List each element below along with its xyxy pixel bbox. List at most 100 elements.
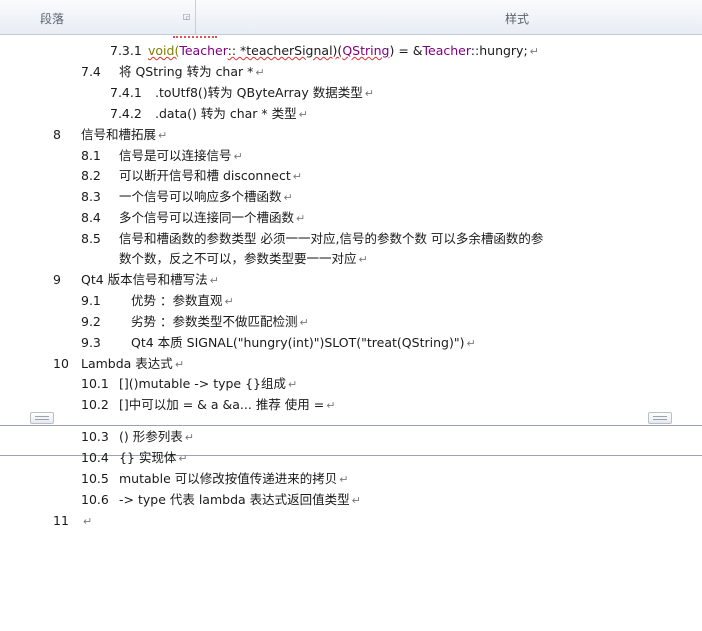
page-break-top — [0, 425, 702, 426]
text: Qt4 本质 SIGNAL("hungry(int)")SLOT("treat(… — [131, 335, 465, 350]
paragraph-mark: ↵ — [288, 378, 298, 391]
style-group-title: 样式 — [505, 12, 530, 26]
heading-text: {} 实现体 ↵ — [119, 450, 188, 467]
heading-num: 11 — [53, 513, 69, 528]
heading-text: .toUtf8()转为 QByteArray 数据类型 ↵ — [155, 85, 374, 102]
text: 可以断开信号和槽 disconnect — [119, 168, 291, 183]
heading-num: 9.2 — [81, 314, 101, 329]
paragraph-mark: ↵ — [339, 473, 349, 486]
text: Lambda 表达式 — [81, 356, 173, 371]
paragraph-mark: ↵ — [283, 191, 293, 204]
heading-text: []中可以加 = & a &a... 推荐 使用 = ↵ — [119, 397, 335, 414]
heading-text: 信号是可以连接信号 ↵ — [119, 148, 243, 165]
heading-num: 9.1 — [81, 293, 101, 308]
text: {} 实现体 — [119, 450, 177, 465]
paragraph-mark: ↵ — [233, 150, 243, 163]
split-handle-left[interactable] — [30, 412, 54, 424]
heading-num: 10.4 — [81, 450, 109, 465]
paragraph-mark: ↵ — [209, 274, 219, 287]
heading-num: 7.4.2 — [110, 106, 142, 121]
heading-num: 9.3 — [81, 335, 101, 350]
heading-num: 9 — [53, 272, 61, 287]
text: mutable 可以修改按值传递进来的拷贝 — [119, 471, 338, 486]
heading-text: Lambda 表达式 ↵ — [81, 356, 184, 373]
paragraph-mark: ↵ — [326, 399, 336, 412]
heading-num: 8.3 — [81, 189, 101, 204]
paragraph-mark: ↵ — [158, 129, 168, 142]
text: 优势 ：参数直观 — [131, 293, 223, 308]
heading-num: 10.1 — [81, 376, 109, 391]
paragraph-mark: ↵ — [174, 358, 185, 371]
heading-num: 8.4 — [81, 210, 101, 225]
paragraph-mark: ↵ — [529, 45, 539, 58]
paragraph-mark: ↵ — [83, 515, 93, 528]
text: 一个信号可以响应多个槽函数 — [119, 189, 282, 204]
heading-num: 8.2 — [81, 168, 101, 183]
text: 信号是可以连接信号 — [119, 148, 232, 163]
heading-num: 7.4 — [81, 64, 101, 79]
paragraph-mark: ↵ — [466, 337, 476, 350]
document-body[interactable]: 7.3.1 void(Teacher:: *teacherSignal)(QSt… — [0, 36, 702, 631]
heading-num: 10.6 — [81, 492, 109, 507]
paragraph-mark: ↵ — [351, 494, 361, 507]
paragraph-group-title: 段落 — [40, 12, 65, 26]
paragraph-mark: ↵ — [184, 431, 194, 444]
text: 数个数，反之不可以，参数类型要一一对应 — [119, 251, 357, 266]
heading-num: 8 — [53, 127, 61, 142]
text: () 形参列表 — [119, 429, 183, 444]
paragraph-mark: ↵ — [358, 253, 368, 266]
heading-text: Qt4 本质 SIGNAL("hungry(int)")SLOT("treat(… — [131, 335, 476, 352]
paragraph-group: 段落 ◲ — [0, 0, 196, 34]
heading-text: 可以断开信号和槽 disconnect ↵ — [119, 168, 302, 185]
heading-text: []()mutable -> type {}组成 ↵ — [119, 376, 297, 393]
heading-text: 将 QString 转为 char * ↵ — [119, 64, 265, 81]
code-line: void(Teacher:: *teacherSignal)(QString) … — [148, 43, 539, 60]
code-text: ::hungry; — [470, 43, 528, 58]
heading-num: 8.5 — [81, 231, 101, 246]
text: []中可以加 = & a &a... 推荐 使用 = — [119, 397, 325, 412]
heading-num: 10 — [53, 356, 69, 371]
ribbon: 段落 ◲ 样式 — [0, 0, 702, 35]
text: .toUtf8()转为 QByteArray 数据类型 — [155, 85, 363, 100]
heading-text: 劣势 ：参数类型不做匹配检测 ↵ — [131, 314, 309, 331]
heading-text: ↵ — [81, 513, 92, 530]
heading-text: 优势 ：参数直观 ↵ — [131, 293, 234, 310]
text: 信号和槽拓展 — [81, 127, 157, 142]
heading-text: mutable 可以修改按值传递进来的拷贝 ↵ — [119, 471, 348, 488]
paragraph-mark: ↵ — [296, 212, 306, 225]
code-keyword: void( — [148, 43, 180, 58]
text: 劣势 ：参数类型不做匹配检测 — [131, 314, 298, 329]
text: []()mutable -> type {}组成 — [119, 376, 286, 391]
paragraph-mark: ↵ — [178, 452, 188, 465]
heading-num: 10.2 — [81, 397, 109, 412]
heading-text: () 形参列表 ↵ — [119, 429, 194, 446]
heading-num: 10.5 — [81, 471, 109, 486]
code-text: :: *teacherSignal)( — [227, 43, 343, 58]
text: Qt4 版本信号和槽写法 — [81, 272, 208, 287]
heading-text: .data() 转为 char * 类型 ↵ — [155, 106, 308, 123]
heading-num: 10.3 — [81, 429, 109, 444]
paragraph-mark: ↵ — [292, 170, 302, 183]
paragraph-mark: ↵ — [364, 87, 374, 100]
code-class: Teacher — [179, 43, 228, 58]
heading-text: Qt4 版本信号和槽写法 ↵ — [81, 272, 219, 289]
dialog-launcher-icon[interactable]: ◲ — [182, 12, 191, 21]
paragraph-mark: ↵ — [299, 316, 309, 329]
text: -> type 代表 lambda 表达式返回值类型 — [119, 492, 350, 507]
heading-text: 多个信号可以连接同一个槽函数 ↵ — [119, 210, 305, 227]
heading-text: -> type 代表 lambda 表达式返回值类型 ↵ — [119, 492, 361, 509]
text: .data() 转为 char * 类型 — [155, 106, 297, 121]
split-handle-right[interactable] — [648, 412, 672, 424]
text: 将 QString 转为 char * — [119, 64, 254, 79]
code-class: Teacher — [422, 43, 471, 58]
heading-text: 信号和槽函数的参数类型 必须一一对应,信号的参数个数 可以多余槽函数的参 — [119, 231, 544, 246]
text: 多个信号可以连接同一个槽函数 — [119, 210, 295, 225]
code-text: ) = & — [389, 43, 423, 58]
paragraph-mark: ↵ — [298, 108, 308, 121]
paragraph-mark: ↵ — [224, 295, 234, 308]
code-class: QString — [342, 43, 390, 58]
heading-text: 信号和槽拓展 ↵ — [81, 127, 167, 144]
heading-text-continued: 数个数，反之不可以，参数类型要一一对应 ↵ — [119, 251, 368, 268]
heading-num: 7.3.1 — [110, 43, 142, 58]
heading-text: 一个信号可以响应多个槽函数 ↵ — [119, 189, 293, 206]
